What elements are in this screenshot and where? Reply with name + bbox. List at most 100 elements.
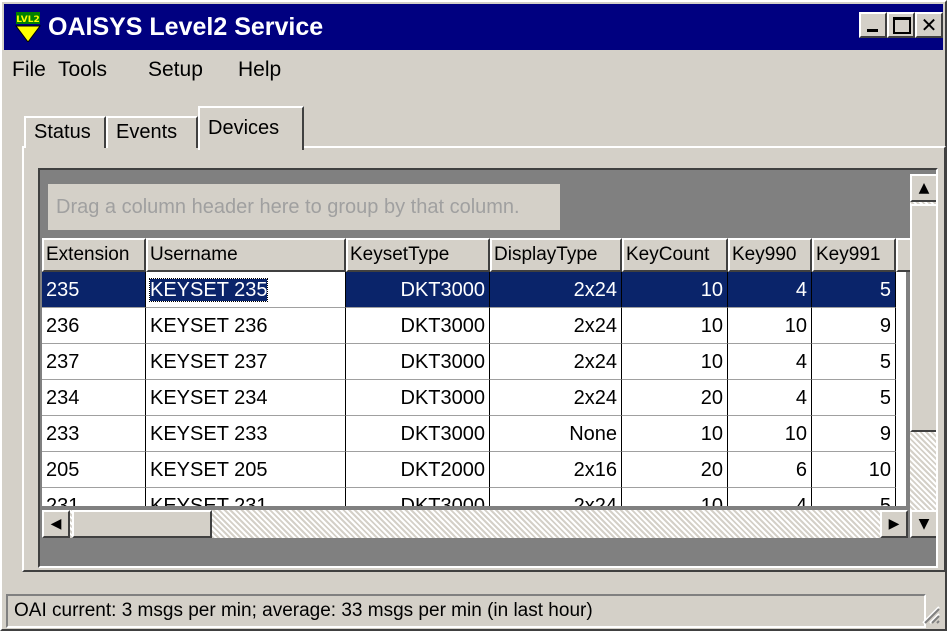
maximize-icon <box>893 17 911 34</box>
cell-key990[interactable]: 4 <box>728 488 812 506</box>
cell-username[interactable]: KEYSET 205 <box>146 452 346 488</box>
group-by-area[interactable]: Drag a column header here to group by th… <box>48 184 560 230</box>
table-row[interactable]: 234 KEYSET 234 DKT3000 2x24 20 4 5 <box>42 380 906 416</box>
scroll-left-button[interactable]: ◀ <box>42 510 70 538</box>
vertical-scrollbar[interactable]: ▲ ▼ <box>910 174 936 538</box>
grid-rows: 235 KEYSET 235 DKT3000 2x24 10 4 5 236 K… <box>42 272 906 506</box>
cell-key991[interactable]: 9 <box>812 308 896 344</box>
close-button[interactable]: ✕ <box>915 12 943 38</box>
cell-key990[interactable]: 4 <box>728 380 812 416</box>
cell-keycount[interactable]: 20 <box>622 452 728 488</box>
table-row[interactable]: 205 KEYSET 205 DKT2000 2x16 20 6 10 <box>42 452 906 488</box>
scroll-right-button[interactable]: ▶ <box>880 510 908 538</box>
cell-extension[interactable]: 234 <box>42 380 146 416</box>
scroll-down-button[interactable]: ▼ <box>910 510 936 538</box>
scroll-up-button[interactable]: ▲ <box>910 174 936 202</box>
cell-keysettype[interactable]: DKT2000 <box>346 452 490 488</box>
cell-key991[interactable]: 5 <box>812 272 896 308</box>
selected-text[interactable]: KEYSET 235 <box>148 278 269 302</box>
column-header-extension[interactable]: Extension <box>42 238 146 272</box>
column-header-username[interactable]: Username <box>146 238 346 272</box>
maximize-button[interactable] <box>887 12 915 38</box>
cell-key990[interactable]: 4 <box>728 344 812 380</box>
arrow-right-icon: ▶ <box>888 516 900 532</box>
tab-devices[interactable]: Devices <box>198 106 304 150</box>
cell-extension[interactable]: 205 <box>42 452 146 488</box>
cell-extension[interactable]: 236 <box>42 308 146 344</box>
window-title: OAISYS Level2 Service <box>48 13 324 41</box>
cell-extension[interactable]: 235 <box>42 272 146 308</box>
menu-tools[interactable]: Tools <box>58 58 107 82</box>
close-icon: ✕ <box>920 13 938 37</box>
cell-username[interactable]: KEYSET 237 <box>146 344 346 380</box>
cell-key990[interactable]: 4 <box>728 272 812 308</box>
cell-keycount[interactable]: 10 <box>622 416 728 452</box>
resize-grip-icon[interactable] <box>919 603 941 625</box>
app-window: LVL2 OAISYS Level2 Service ✕ File Tools … <box>0 0 947 631</box>
cell-keysettype[interactable]: DKT3000 <box>346 416 490 452</box>
column-header-key990[interactable]: Key990 <box>728 238 812 272</box>
cell-extension[interactable]: 237 <box>42 344 146 380</box>
cell-keysettype[interactable]: DKT3000 <box>346 488 490 506</box>
cell-username[interactable]: KEYSET 231 <box>146 488 346 506</box>
table-row[interactable]: 231 KEYSET 231 DKT3000 2x24 10 4 5 <box>42 488 906 506</box>
table-row[interactable]: 236 KEYSET 236 DKT3000 2x24 10 10 9 <box>42 308 906 344</box>
menu-setup[interactable]: Setup <box>148 58 203 82</box>
vertical-scroll-thumb[interactable] <box>910 204 936 432</box>
menu-file[interactable]: File <box>12 58 46 82</box>
horizontal-scroll-thumb[interactable] <box>72 510 212 538</box>
minimize-button[interactable] <box>859 12 887 38</box>
app-icon: LVL2 <box>15 12 41 42</box>
cell-displaytype[interactable]: 2x24 <box>490 308 622 344</box>
cell-key990[interactable]: 10 <box>728 308 812 344</box>
cell-keysettype[interactable]: DKT3000 <box>346 380 490 416</box>
status-text: OAI current: 3 msgs per min; average: 33… <box>14 600 593 621</box>
table-row[interactable]: 235 KEYSET 235 DKT3000 2x24 10 4 5 <box>42 272 906 308</box>
tab-status[interactable]: Status <box>24 116 106 148</box>
cell-username[interactable]: KEYSET 236 <box>146 308 346 344</box>
cell-key990[interactable]: 10 <box>728 416 812 452</box>
cell-key991[interactable]: 10 <box>812 452 896 488</box>
arrow-left-icon: ◀ <box>50 516 62 532</box>
cell-username-editor[interactable]: KEYSET 235 <box>146 272 346 308</box>
cell-displaytype[interactable]: 2x24 <box>490 380 622 416</box>
cell-keycount[interactable]: 10 <box>622 272 728 308</box>
cell-keycount[interactable]: 10 <box>622 344 728 380</box>
cell-key991[interactable]: 5 <box>812 380 896 416</box>
cell-extension[interactable]: 231 <box>42 488 146 506</box>
cell-key991[interactable]: 5 <box>812 344 896 380</box>
cell-keysettype[interactable]: DKT3000 <box>346 344 490 380</box>
column-header-displaytype[interactable]: DisplayType <box>490 238 622 272</box>
title-bar[interactable]: LVL2 OAISYS Level2 Service ✕ <box>4 4 943 50</box>
devices-grid[interactable]: Drag a column header here to group by th… <box>38 168 938 568</box>
status-bar: OAI current: 3 msgs per min; average: 33… <box>6 594 926 628</box>
cell-keycount[interactable]: 20 <box>622 380 728 416</box>
cell-key990[interactable]: 6 <box>728 452 812 488</box>
tab-events[interactable]: Events <box>106 116 198 148</box>
cell-keysettype[interactable]: DKT3000 <box>346 308 490 344</box>
cell-extension[interactable]: 233 <box>42 416 146 452</box>
menu-help[interactable]: Help <box>238 58 281 82</box>
cell-displaytype[interactable]: 2x24 <box>490 488 622 506</box>
cell-keysettype[interactable]: DKT3000 <box>346 272 490 308</box>
cell-displaytype[interactable]: 2x24 <box>490 272 622 308</box>
cell-username[interactable]: KEYSET 234 <box>146 380 346 416</box>
cell-key991[interactable]: 5 <box>812 488 896 506</box>
column-header-keycount[interactable]: KeyCount <box>622 238 728 272</box>
arrow-up-icon: ▲ <box>918 180 930 196</box>
cell-displaytype[interactable]: None <box>490 416 622 452</box>
column-header-keysettype[interactable]: KeysetType <box>346 238 490 272</box>
minimize-icon <box>867 29 878 32</box>
svg-text:LVL2: LVL2 <box>16 15 39 25</box>
cell-displaytype[interactable]: 2x16 <box>490 452 622 488</box>
column-header-key991[interactable]: Key991 <box>812 238 896 272</box>
table-row[interactable]: 237 KEYSET 237 DKT3000 2x24 10 4 5 <box>42 344 906 380</box>
cell-key991[interactable]: 9 <box>812 416 896 452</box>
cell-keycount[interactable]: 10 <box>622 488 728 506</box>
horizontal-scrollbar[interactable]: ◀ ▶ <box>42 510 908 538</box>
arrow-down-icon: ▼ <box>918 516 930 532</box>
cell-keycount[interactable]: 10 <box>622 308 728 344</box>
cell-displaytype[interactable]: 2x24 <box>490 344 622 380</box>
table-row[interactable]: 233 KEYSET 233 DKT3000 None 10 10 9 <box>42 416 906 452</box>
cell-username[interactable]: KEYSET 233 <box>146 416 346 452</box>
